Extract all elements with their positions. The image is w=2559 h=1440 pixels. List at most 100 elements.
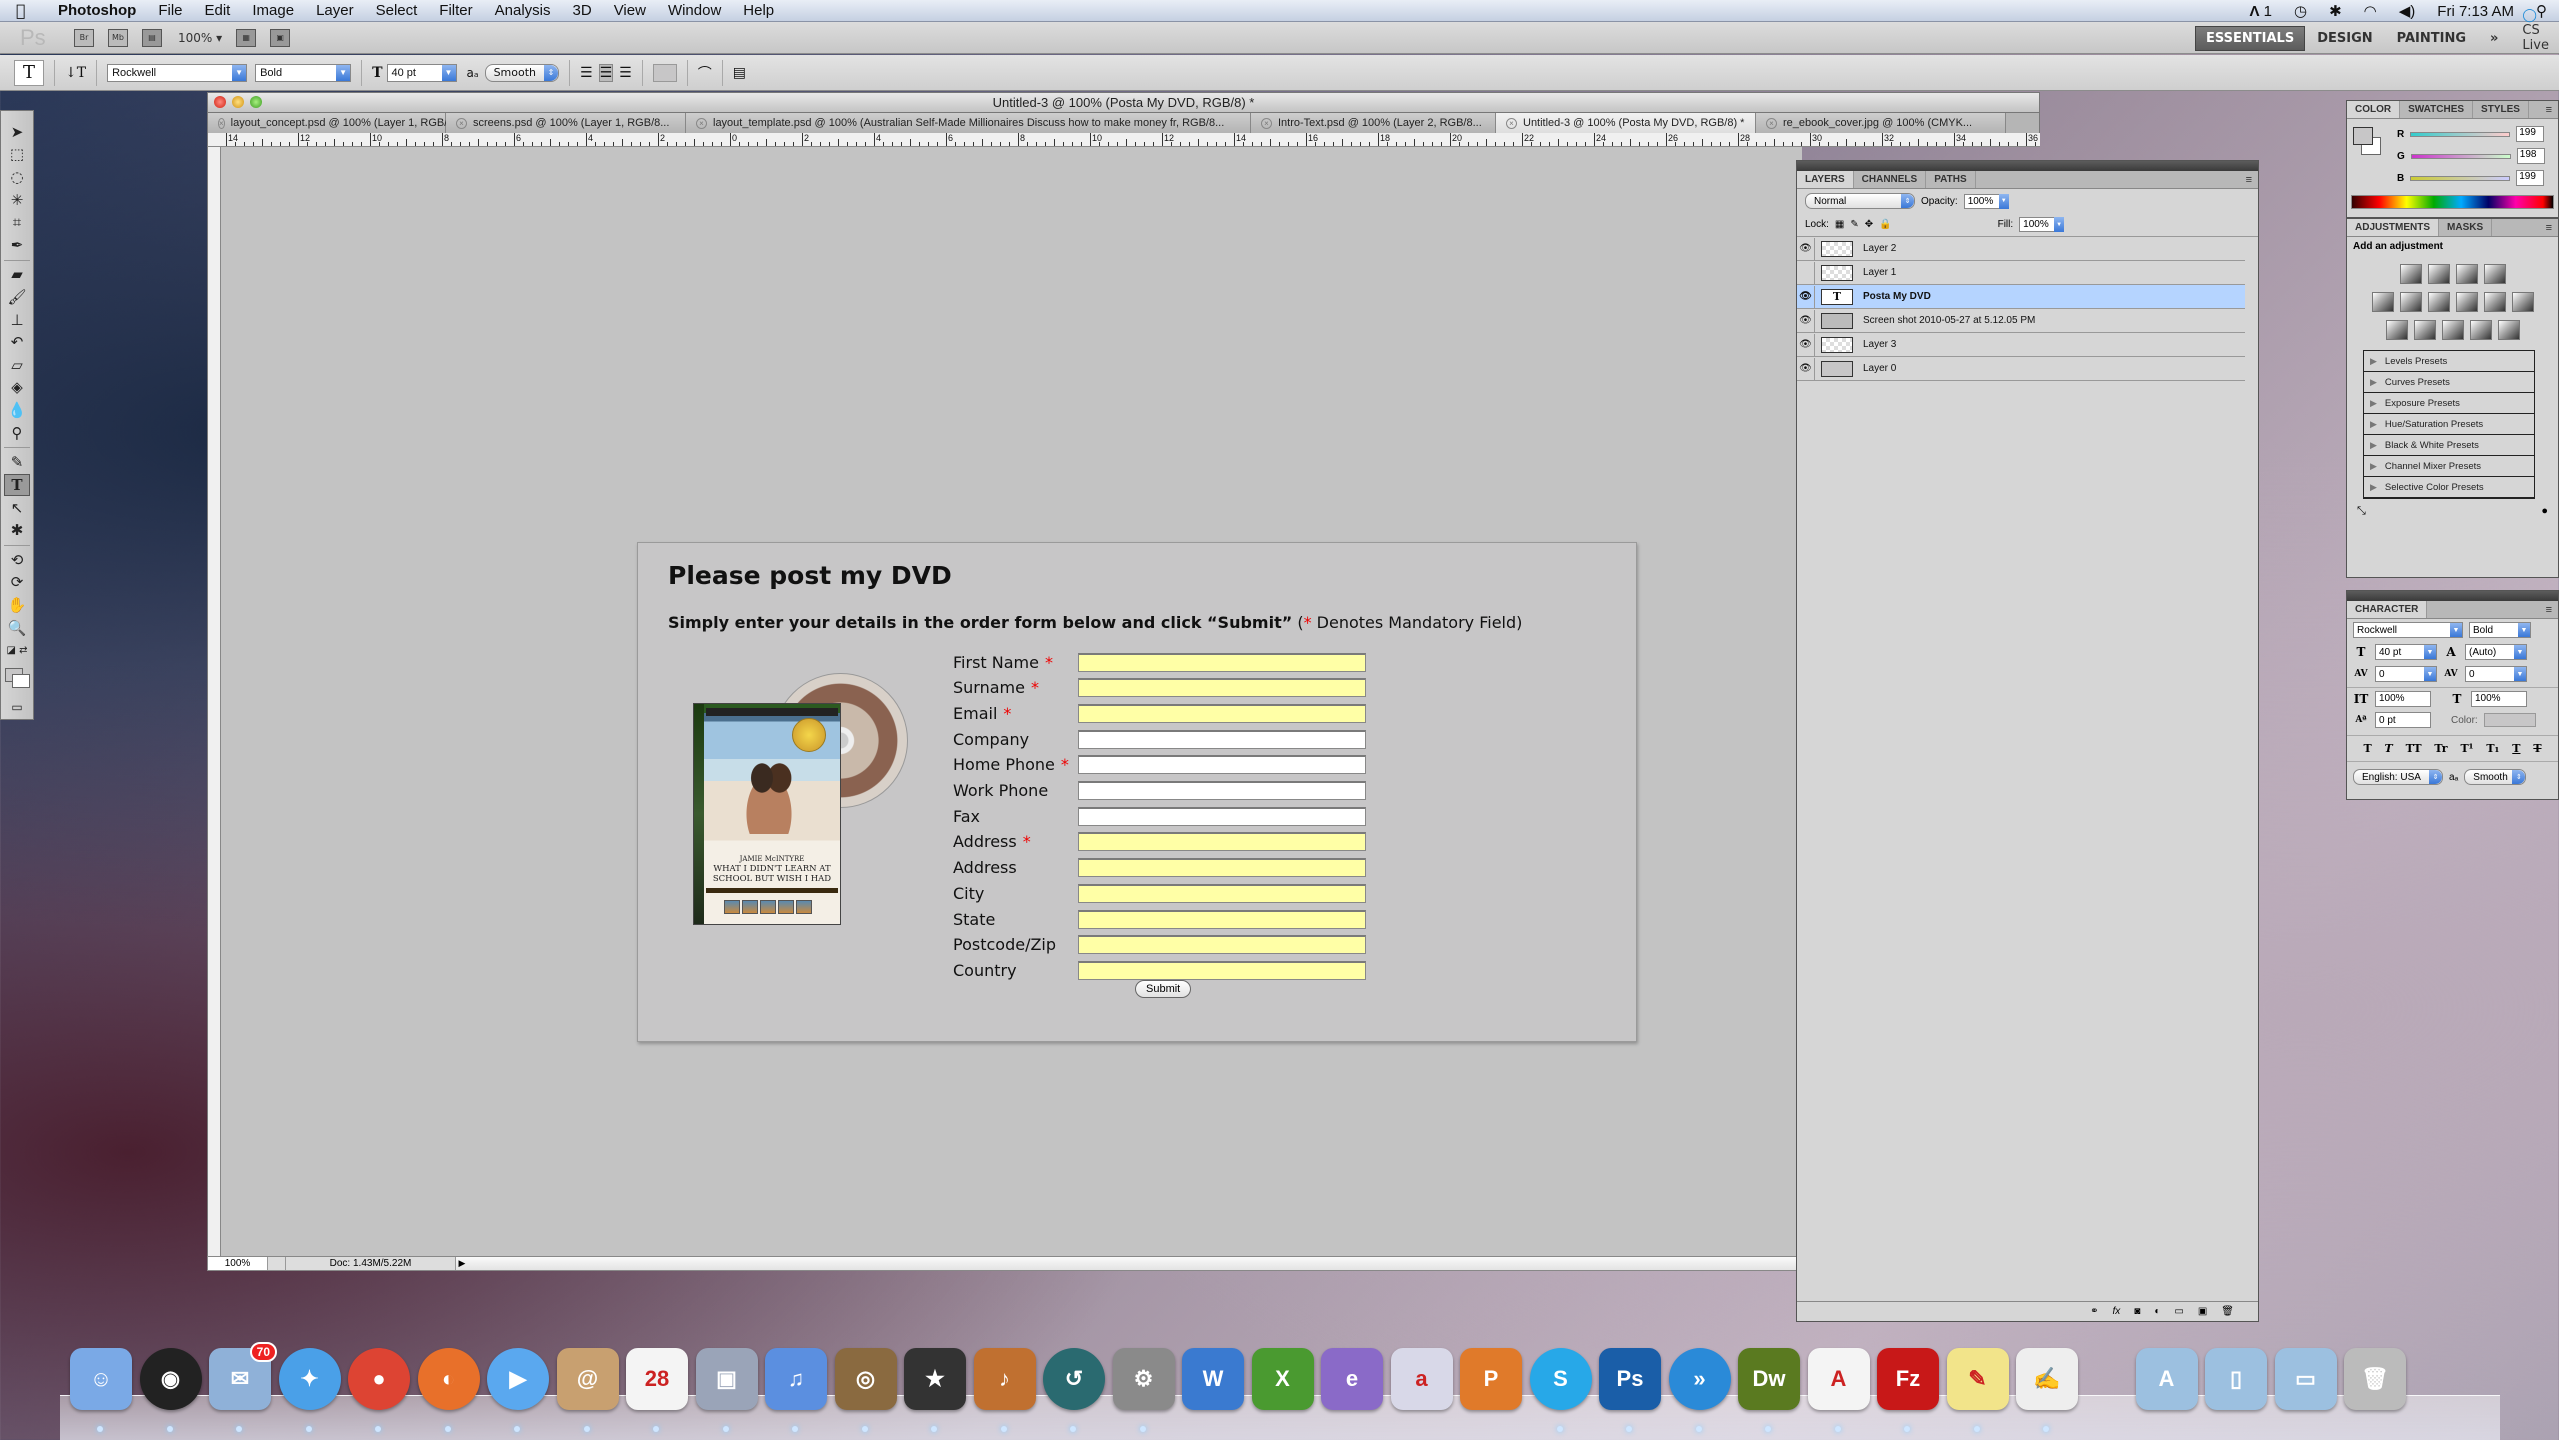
dock-ichat-icon[interactable]: ▶ [487,1348,549,1432]
fill-field[interactable]: 100% ▼ [2019,217,2065,232]
clone-stamp-tool-icon[interactable]: ⊥ [4,309,30,331]
menu-view[interactable]: View [614,2,646,19]
panel-menu-icon[interactable]: ≡ [2246,171,2258,188]
vibrance-icon[interactable] [2371,292,2394,312]
tab-layers[interactable]: LAYERS [1797,171,1854,188]
background-color-swatch[interactable] [12,674,30,689]
field-input-state[interactable] [1078,909,1366,929]
dock-imovie-icon[interactable]: ★ [904,1348,966,1432]
3d-rotate-tool-icon[interactable]: ⟲ [4,549,30,571]
channel-mixer-icon[interactable] [2511,292,2534,312]
healing-brush-tool-icon[interactable]: ▰ [4,264,30,286]
panel-menu-icon[interactable]: ≡ [2546,219,2558,236]
align-center-button[interactable]: ☰ [598,63,614,82]
dock-firefox-icon[interactable]: ◐ [417,1348,480,1432]
subscript-button[interactable]: T₁ [2486,742,2499,755]
text-color-swatch[interactable] [652,63,677,82]
field-input-company[interactable] [1078,729,1366,749]
move-tool-icon[interactable]: ➤ [4,121,30,143]
dock-powerpoint-icon[interactable]: P [1460,1348,1522,1410]
underline-button[interactable]: T [2512,742,2520,755]
field-input-home-phone[interactable] [1078,755,1366,775]
more-workspaces-button[interactable]: » [2478,27,2510,50]
char-horizontal-scale-field[interactable]: 100% [2471,690,2527,707]
tab-character[interactable]: CHARACTER [2347,601,2428,618]
delete-layer-icon[interactable]: 🗑 [2221,1306,2234,1317]
gradient-map-icon[interactable] [2469,320,2492,340]
bluetooth-icon[interactable]: ✱ [2329,2,2342,20]
visibility-eye-icon[interactable]: 👁 [1797,357,1815,380]
curves-icon[interactable] [2455,264,2478,284]
dock-safari-icon[interactable]: ✦ [278,1348,341,1432]
visibility-eye-icon[interactable]: 👁 [1797,309,1815,332]
visibility-eye-icon[interactable]: 👁 [1797,237,1815,260]
warp-text-button[interactable]: ⌒ [698,63,712,83]
dock-itunes-icon[interactable]: ♫ [765,1348,827,1432]
close-tab-icon[interactable]: × [1766,117,1777,129]
disclosure-triangle-icon[interactable]: ▶ [2370,419,2377,430]
dock-excel-icon[interactable]: X [1251,1348,1314,1410]
align-right-button[interactable]: ☰ [619,65,632,81]
font-size-select[interactable]: 40 pt ▼ [386,63,457,82]
dock-skype-icon[interactable]: S [1529,1348,1592,1432]
toggle-panels-button[interactable]: ▤ [733,65,746,81]
dock-dreamweaver-icon[interactable]: Dw [1738,1348,1800,1432]
arrange-documents-button[interactable]: ▦ [236,28,257,47]
selective-color-icon[interactable] [2497,320,2520,340]
status-icon[interactable] [268,1257,286,1270]
field-input-first-name[interactable] [1078,652,1366,672]
threshold-icon[interactable] [2441,320,2464,340]
crop-tool-icon[interactable]: ⌗ [4,211,30,233]
layer-name[interactable]: Layer 3 [1863,339,1896,350]
new-layer-icon[interactable]: ▣ [2198,1306,2207,1317]
text-orientation-toggle-icon[interactable]: ↓T [65,65,86,81]
red-slider[interactable] [2410,131,2511,137]
menu-analysis[interactable]: Analysis [495,2,551,19]
dock-entourage-icon[interactable]: e [1321,1348,1383,1410]
expand-view-icon[interactable]: ⤡ [2357,505,2366,518]
panel-menu-icon[interactable]: ≡ [2546,101,2558,118]
disclosure-triangle-icon[interactable]: ▶ [2370,440,2377,451]
new-group-icon[interactable]: ▭ [2174,1306,2183,1317]
all-caps-button[interactable]: TT [2406,742,2422,755]
disclosure-triangle-icon[interactable]: ▶ [2370,356,2377,367]
layer-name[interactable]: Layer 0 [1863,363,1896,374]
screen-mode-button[interactable]: ▣ [270,28,291,47]
dock-downloads-icon[interactable]: ▭ [2274,1348,2337,1410]
quick-mask-icon[interactable]: ▭ [4,696,30,718]
dock-filezilla-icon[interactable]: Fz [1877,1348,1939,1432]
field-input-fax[interactable] [1078,806,1366,826]
menu-select[interactable]: Select [376,2,418,19]
dock-time-machine-icon[interactable]: ↺ [1043,1348,1105,1432]
close-window-button[interactable] [214,96,226,108]
layer-row[interactable]: 👁 Layer 0 [1797,357,2245,381]
disclosure-triangle-icon[interactable]: ▶ [2370,482,2377,493]
visibility-eye-icon[interactable]: 👁 [1797,285,1815,308]
add-mask-icon[interactable]: ◙ [2134,1306,2140,1317]
close-tab-icon[interactable]: × [218,117,225,129]
char-leading-field[interactable]: (Auto) ▼ [2465,644,2527,660]
preset-item[interactable]: ▶ Hue/Saturation Presets [2364,414,2534,435]
close-tab-icon[interactable]: × [456,117,467,129]
new-adjustment-layer-icon[interactable]: ◐ [2154,1306,2160,1317]
strikethrough-button[interactable]: T [2533,742,2541,755]
apple-menu-icon[interactable]:  [16,2,38,19]
photo-filter-icon[interactable] [2483,292,2506,312]
preset-item[interactable]: ▶ Curves Presets [2364,372,2534,393]
wifi-icon[interactable]: ◠ [2364,2,2377,20]
field-input-email[interactable] [1078,703,1366,723]
vertical-ruler[interactable] [207,147,221,1256]
marquee-tool-icon[interactable]: ⬚ [4,144,30,166]
zoom-level-field[interactable]: 100% [208,1257,268,1270]
menu-window[interactable]: Window [668,2,721,19]
char-size-field[interactable]: 40 pt ▼ [2375,644,2437,660]
field-input-surname[interactable] [1078,678,1366,698]
blur-tool-icon[interactable]: 💧 [4,399,30,421]
foreground-color-chip[interactable] [2353,127,2373,145]
link-layers-icon[interactable]: ⚭ [2090,1306,2098,1317]
tool-preset-picker[interactable]: T [14,59,44,86]
char-font-family-select[interactable]: Rockwell ▼ [2353,622,2463,638]
lasso-tool-icon[interactable]: ◌ [4,166,30,188]
minimize-window-button[interactable] [232,96,244,108]
dock-dashboard-icon[interactable]: ◉ [139,1348,202,1432]
